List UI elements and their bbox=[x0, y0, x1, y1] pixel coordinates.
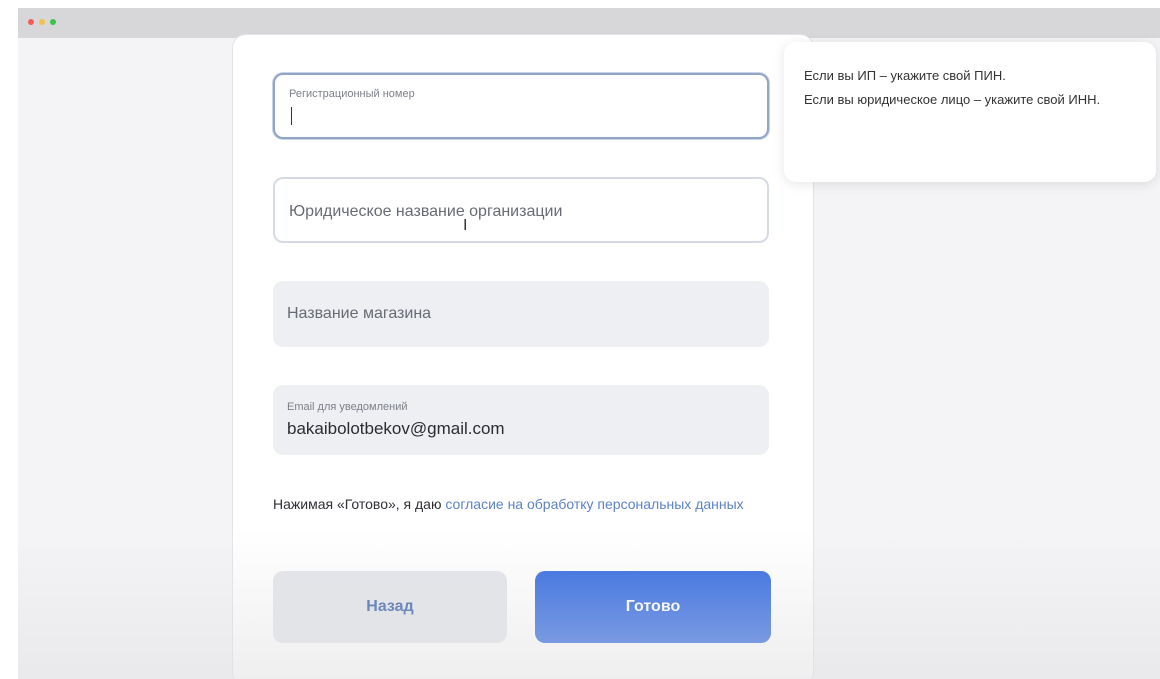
email-field[interactable]: Email для уведомлений bakaibolotbekov@gm… bbox=[273, 385, 769, 455]
registration-form: Регистрационный номер Юридическое назван… bbox=[232, 34, 814, 679]
legal-name-placeholder: Юридическое название организации bbox=[289, 203, 563, 220]
consent-prefix: Нажимая «Готово», я даю bbox=[273, 496, 446, 512]
browser-window: Регистрационный номер Юридическое назван… bbox=[18, 8, 1160, 679]
shop-name-field[interactable]: Название магазина bbox=[273, 281, 769, 347]
consent-text: Нажимая «Готово», я даю согласие на обра… bbox=[273, 490, 773, 518]
text-caret bbox=[291, 107, 292, 125]
hint-tooltip: Если вы ИП – укажите свой ПИН. Если вы ю… bbox=[784, 42, 1156, 182]
legal-name-field[interactable]: Юридическое название организации I bbox=[273, 177, 769, 243]
email-label: Email для уведомлений bbox=[287, 401, 408, 413]
email-value: bakaibolotbekov@gmail.com bbox=[287, 419, 505, 438]
tooltip-line-ip: Если вы ИП – укажите свой ПИН. bbox=[804, 68, 1006, 83]
minimize-window-icon[interactable] bbox=[39, 19, 45, 25]
maximize-window-icon[interactable] bbox=[50, 19, 56, 25]
close-window-icon[interactable] bbox=[28, 19, 34, 25]
i-beam-cursor-icon: I bbox=[463, 217, 468, 234]
registration-number-field[interactable]: Регистрационный номер bbox=[273, 73, 769, 139]
shop-name-placeholder: Название магазина bbox=[287, 305, 432, 322]
back-button[interactable]: Назад bbox=[273, 571, 507, 643]
done-button[interactable]: Готово bbox=[535, 571, 771, 643]
tooltip-line-legal: Если вы юридическое лицо – укажите свой … bbox=[804, 92, 1101, 107]
registration-number-label: Регистрационный номер bbox=[289, 88, 415, 100]
consent-link[interactable]: согласие на обработку персональных данны… bbox=[445, 496, 743, 512]
page-content: Регистрационный номер Юридическое назван… bbox=[18, 34, 1160, 679]
